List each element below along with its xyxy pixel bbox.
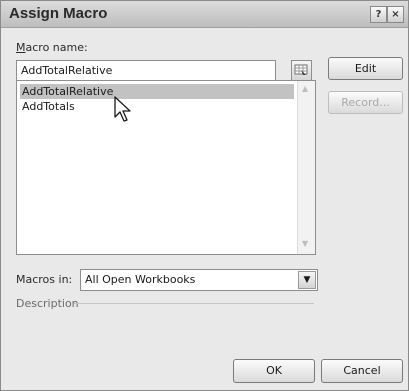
description-divider: [74, 303, 314, 304]
vertical-scrollbar[interactable]: ▲ ▼: [297, 81, 315, 254]
macro-listbox[interactable]: AddTotalRelative AddTotals ▲ ▼: [16, 80, 316, 255]
macros-in-value: All Open Workbooks: [85, 273, 196, 286]
close-button[interactable]: ×: [387, 6, 404, 23]
macros-in-label: Macros in:: [16, 273, 73, 286]
scroll-down-icon[interactable]: ▼: [302, 239, 308, 248]
list-item-addtotals[interactable]: AddTotals: [20, 99, 75, 114]
description-label: Description: [16, 297, 79, 310]
macro-name-input[interactable]: AddTotalRelative: [16, 60, 276, 81]
ok-button[interactable]: OK: [233, 359, 315, 383]
dialog-title: Assign Macro: [9, 5, 108, 22]
list-item-addtotalrelative[interactable]: AddTotalRelative: [20, 84, 294, 99]
edit-button[interactable]: Edit: [328, 57, 403, 80]
help-button[interactable]: ?: [370, 6, 387, 23]
range-picker-button[interactable]: [291, 60, 312, 81]
assign-macro-dialog: Assign Macro ? × Macro name: AddTotalRel…: [0, 0, 409, 391]
macros-in-select[interactable]: All Open Workbooks ▼: [80, 269, 318, 291]
cancel-button[interactable]: Cancel: [321, 359, 403, 383]
chevron-down-icon[interactable]: ▼: [298, 271, 316, 289]
macro-name-label: Macro name:: [16, 41, 88, 54]
scroll-up-icon[interactable]: ▲: [302, 84, 308, 93]
range-picker-icon: [294, 64, 308, 75]
record-button[interactable]: Record...: [328, 91, 403, 114]
mouse-pointer-icon: [114, 96, 131, 122]
macro-name-value: AddTotalRelative: [21, 64, 113, 77]
title-bar: Assign Macro ? ×: [1, 1, 408, 28]
